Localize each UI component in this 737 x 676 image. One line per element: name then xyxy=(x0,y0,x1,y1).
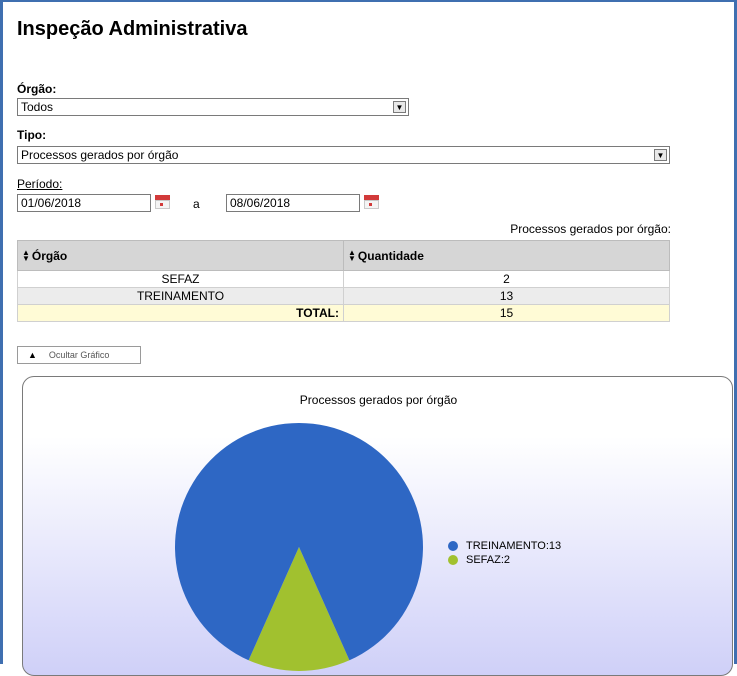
legend-item-sefaz: SEFAZ:2 xyxy=(448,553,561,567)
legend-swatch xyxy=(448,555,458,565)
legend-swatch xyxy=(448,541,458,551)
table-row: TREINAMENTO 13 xyxy=(17,287,670,305)
sort-icon[interactable]: ▲ ▼ xyxy=(348,249,356,263)
total-label: TOTAL: xyxy=(17,304,344,322)
page-title: Inspeção Administrativa xyxy=(17,18,248,40)
periodo-end-input[interactable]: 08/06/2018 xyxy=(226,194,360,212)
table-cell-orgao: TREINAMENTO xyxy=(17,287,344,305)
table-cell-quantidade: 13 xyxy=(343,287,670,305)
results-table: ▲ ▼ Órgão ▲ ▼ Quantidade SEFAZ 2 TREINAMENTO… xyxy=(17,240,670,322)
column-header-orgao[interactable]: ▲ ▼ Órgão xyxy=(17,240,344,271)
legend-item-treinamento: TREINAMENTO:13 xyxy=(448,539,561,553)
chevron-down-icon[interactable]: ▼ xyxy=(654,149,667,161)
chevron-down-icon[interactable]: ▼ xyxy=(393,101,406,113)
calendar-icon[interactable] xyxy=(364,195,379,209)
legend-label: SEFAZ:2 xyxy=(466,554,511,566)
tipo-select-value: Processos gerados por órgão xyxy=(21,148,179,162)
chart-legend: TREINAMENTO:13 SEFAZ:2 xyxy=(448,539,561,567)
chart-panel: Processos gerados por órgão TREINAMENTO:… xyxy=(22,376,733,676)
window-frame-left xyxy=(0,0,3,664)
legend-label: TREINAMENTO:13 xyxy=(466,540,562,552)
column-header-label: Quantidade xyxy=(357,248,424,263)
table-total-row: TOTAL: 15 xyxy=(17,304,670,322)
column-header-label: Órgão xyxy=(31,248,68,263)
sort-icon[interactable]: ▲ ▼ xyxy=(22,249,30,263)
table-cell-quantidade: 2 xyxy=(343,270,670,288)
orgao-select[interactable]: Todos ▼ xyxy=(17,98,409,116)
column-header-quantidade[interactable]: ▲ ▼ Quantidade xyxy=(343,240,670,271)
table-caption: Processos gerados por órgão: xyxy=(510,222,671,236)
orgao-label: Órgão: xyxy=(17,82,57,96)
triangle-up-icon: ▲ xyxy=(28,350,37,360)
table-row: SEFAZ 2 xyxy=(17,270,670,288)
periodo-separator: a xyxy=(193,197,200,211)
table-cell-orgao: SEFAZ xyxy=(17,270,344,288)
pie-chart xyxy=(174,423,423,671)
calendar-icon[interactable] xyxy=(155,195,170,209)
tipo-label: Tipo: xyxy=(17,128,47,142)
hide-chart-button[interactable]: ▲ Ocultar Gráfico xyxy=(17,346,141,364)
hide-chart-label: Ocultar Gráfico xyxy=(48,350,110,360)
periodo-label-text: Período: xyxy=(17,177,63,191)
tipo-select[interactable]: Processos gerados por órgão ▼ xyxy=(17,146,670,164)
window-frame-top xyxy=(0,0,737,2)
orgao-select-value: Todos xyxy=(21,100,54,114)
periodo-start-input[interactable]: 01/06/2018 xyxy=(17,194,151,212)
total-value: 15 xyxy=(343,304,670,322)
periodo-label: Período: xyxy=(17,177,62,191)
